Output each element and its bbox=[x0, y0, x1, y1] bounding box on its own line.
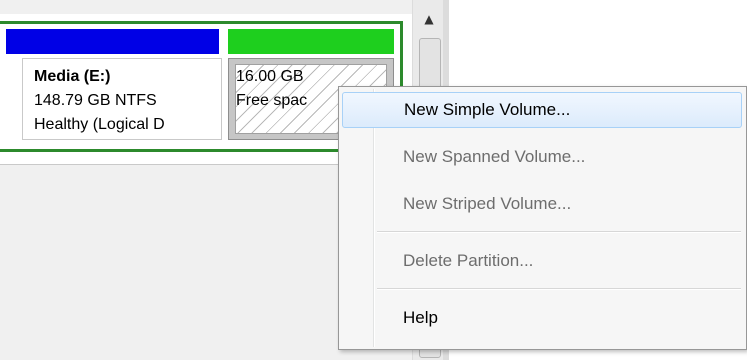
free-space-bar bbox=[228, 29, 394, 54]
scroll-up-arrow-icon[interactable]: ▲ bbox=[419, 4, 439, 34]
volume-media-e[interactable]: Media (E:) 148.79 GB NTFS Healthy (Logic… bbox=[22, 58, 222, 140]
menu-item-label: New Striped Volume... bbox=[403, 194, 572, 213]
pane-top-strip bbox=[0, 0, 412, 14]
menu-separator bbox=[377, 288, 741, 290]
menu-item-new-spanned-volume[interactable]: New Spanned Volume... bbox=[342, 139, 742, 175]
volume-status: Free spac bbox=[236, 92, 308, 109]
menu-item-new-simple-volume[interactable]: New Simple Volume... bbox=[342, 92, 742, 128]
menu-separator bbox=[377, 231, 741, 233]
logical-drive-bar bbox=[6, 29, 219, 54]
menu-item-help[interactable]: Help bbox=[342, 300, 742, 336]
menu-item-label: New Spanned Volume... bbox=[403, 147, 586, 166]
context-menu: New Simple Volume... New Spanned Volume.… bbox=[338, 86, 747, 350]
volume-name: Media (E:) bbox=[34, 68, 111, 85]
menu-item-label: Delete Partition... bbox=[403, 251, 534, 270]
menu-item-delete-partition[interactable]: Delete Partition... bbox=[342, 243, 742, 279]
menu-item-new-striped-volume[interactable]: New Striped Volume... bbox=[342, 186, 742, 222]
volume-status: Healthy (Logical D bbox=[34, 116, 165, 133]
menu-item-label: New Simple Volume... bbox=[404, 100, 571, 119]
menu-item-label: Help bbox=[403, 308, 438, 327]
volume-size: 16.00 GB bbox=[236, 68, 304, 85]
volume-size: 148.79 GB NTFS bbox=[34, 92, 157, 109]
